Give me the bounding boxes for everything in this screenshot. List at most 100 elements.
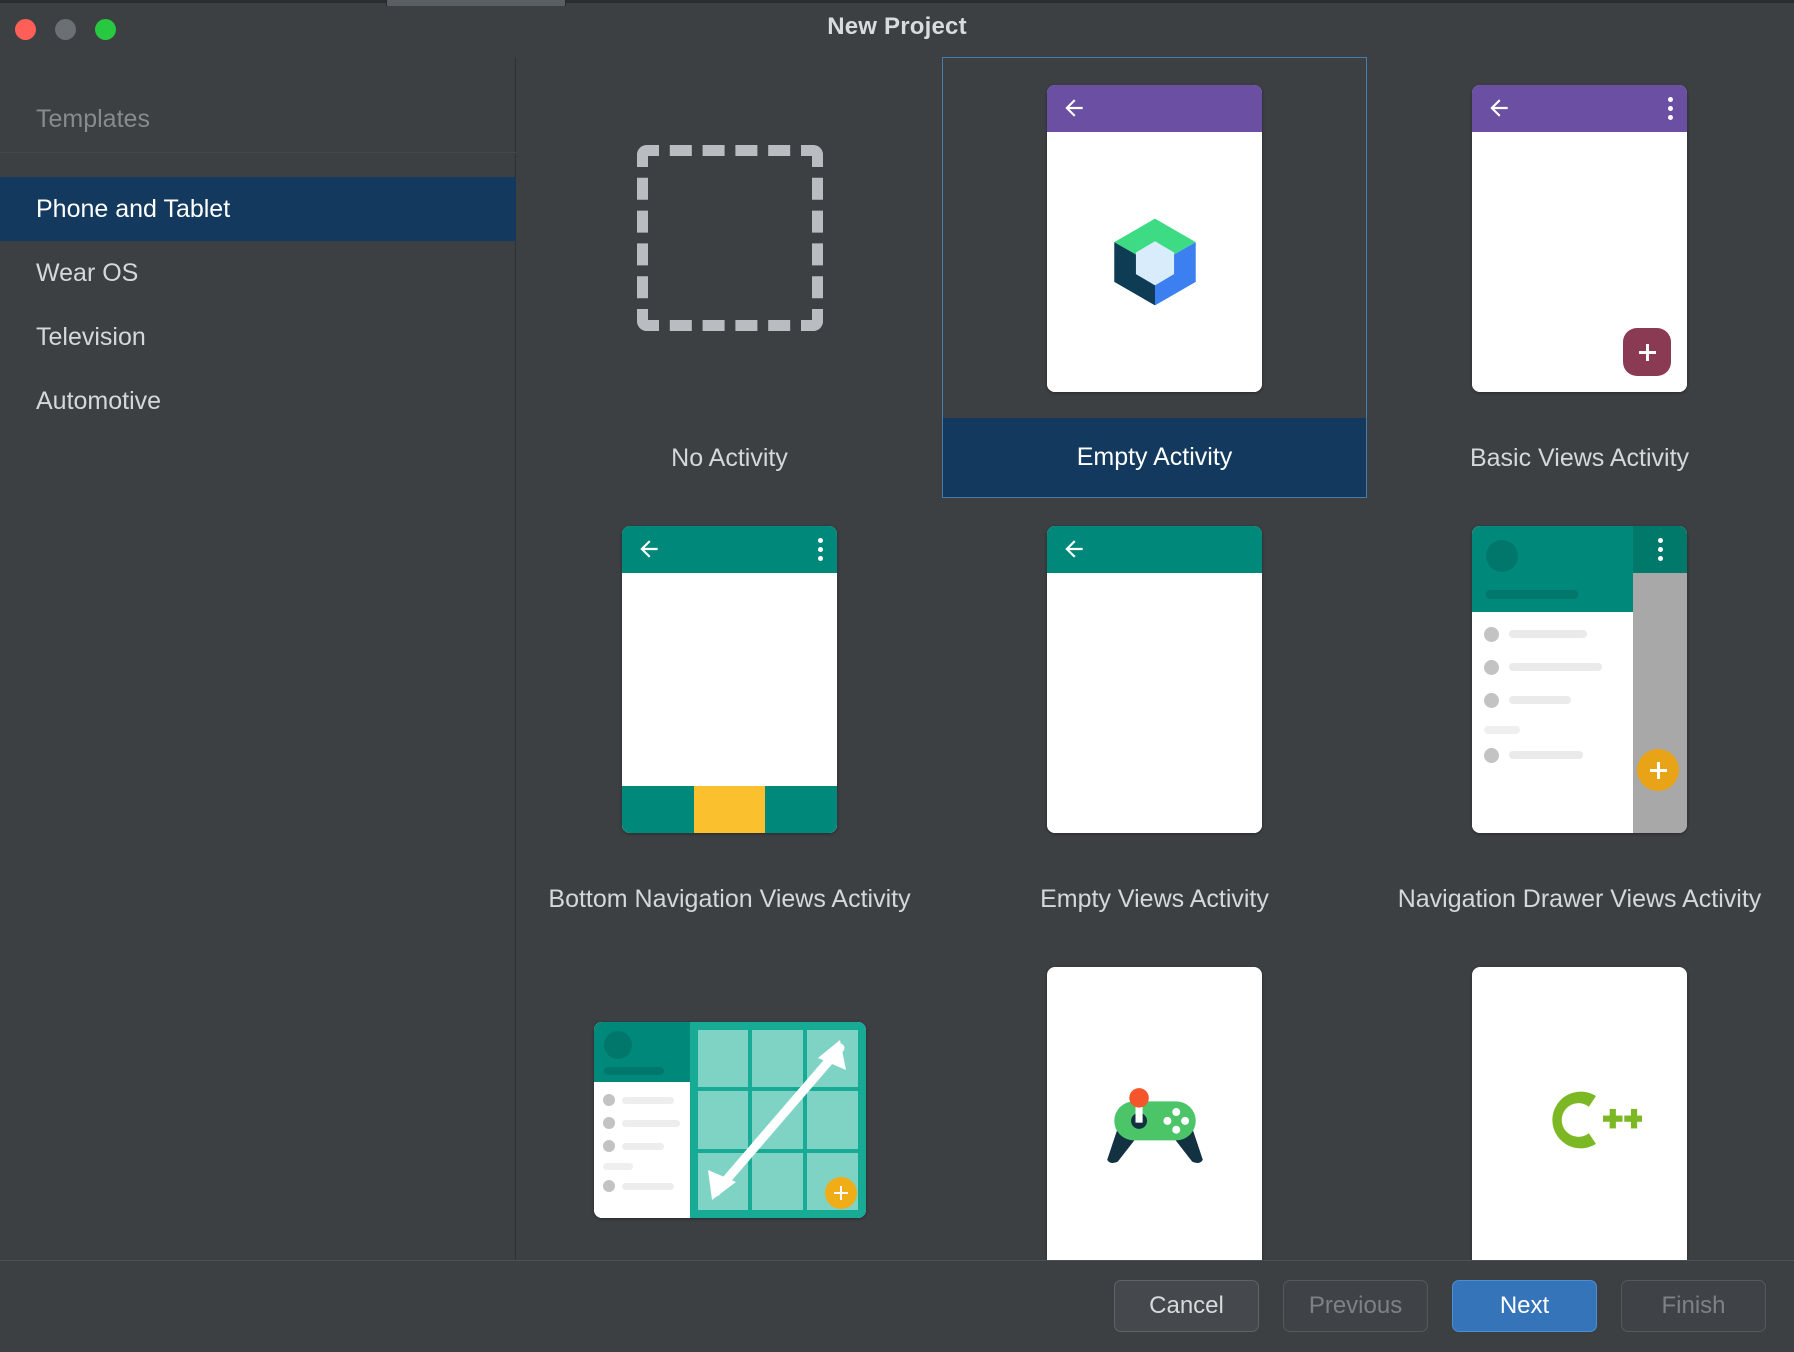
- bottom-nav-item-active: [694, 786, 766, 833]
- nav-drawer-phone-icon: [1472, 526, 1687, 833]
- empty-views-phone-icon: [1047, 526, 1262, 833]
- sidebar-item-label: Wear OS: [36, 259, 138, 288]
- tablet-content-grid: [690, 1022, 866, 1218]
- menu-item-icon: [603, 1180, 615, 1192]
- template-card-basic-views-activity[interactable]: Basic Views Activity: [1367, 57, 1792, 498]
- template-card-no-activity[interactable]: No Activity: [517, 57, 942, 498]
- cancel-button[interactable]: Cancel: [1114, 1280, 1259, 1332]
- template-card-native-cpp[interactable]: Native C++: [1367, 939, 1792, 1260]
- app-bar: [1047, 85, 1262, 132]
- phone-content: [1047, 132, 1262, 392]
- template-thumbnail: [517, 498, 942, 860]
- window-title: New Project: [0, 13, 1794, 41]
- phone-content: [1047, 573, 1262, 833]
- cpp-logo-icon: [1518, 1071, 1642, 1169]
- template-card-navigation-drawer-views-activity[interactable]: Navigation Drawer Views Activity: [1367, 498, 1792, 939]
- menu-item-label-placeholder: [1509, 630, 1587, 638]
- tablet-menu-item: [603, 1117, 690, 1129]
- floating-action-button-icon: [1623, 328, 1671, 376]
- menu-item-label-placeholder: [622, 1143, 664, 1150]
- dashed-box-icon: [637, 145, 823, 331]
- overflow-menu-icon: [1658, 538, 1663, 561]
- menu-item-icon: [603, 1140, 615, 1152]
- back-arrow-icon: [1486, 95, 1512, 121]
- sidebar-item-wear-os[interactable]: Wear OS: [0, 241, 516, 305]
- previous-button[interactable]: Previous: [1283, 1280, 1428, 1332]
- template-thumbnail: [942, 498, 1367, 860]
- bottom-nav-item: [765, 786, 837, 833]
- tablet-drawer-header: [594, 1022, 690, 1082]
- template-gallery[interactable]: No Activity: [517, 57, 1794, 1260]
- game-controller-icon: [1093, 1071, 1217, 1169]
- menu-item-label-placeholder: [1509, 663, 1602, 671]
- drawer-appbar-right: [1633, 526, 1687, 573]
- dialog-footer: Cancel Previous Next Finish: [0, 1260, 1794, 1352]
- template-label: Empty Views Activity: [942, 860, 1367, 939]
- template-label: Empty Activity: [943, 418, 1366, 497]
- next-button[interactable]: Next: [1452, 1280, 1597, 1332]
- sidebar-item-phone-and-tablet[interactable]: Phone and Tablet: [0, 177, 516, 241]
- navigation-drawer-panel: [1472, 526, 1633, 833]
- menu-item-label-placeholder: [1509, 751, 1583, 759]
- menu-item-icon: [603, 1117, 615, 1129]
- app-bar: [1472, 85, 1687, 132]
- template-label: Bottom Navigation Views Activity: [517, 860, 942, 939]
- sidebar-item-television[interactable]: Television: [0, 305, 516, 369]
- template-label: No Activity: [517, 419, 942, 498]
- bottom-nav-item: [622, 786, 694, 833]
- jetpack-compose-logo-icon: [1103, 210, 1207, 314]
- game-controller-card: [1047, 967, 1262, 1261]
- template-thumbnail: [1367, 498, 1792, 860]
- drawer-name-placeholder: [1486, 590, 1578, 599]
- avatar: [604, 1031, 632, 1059]
- menu-item-label-placeholder: [622, 1120, 680, 1127]
- template-thumbnail: [1367, 57, 1792, 419]
- app-bar: [1047, 526, 1262, 573]
- template-card-bottom-navigation-views-activity[interactable]: Bottom Navigation Views Activity: [517, 498, 942, 939]
- bottom-nav-phone-icon: [622, 526, 837, 833]
- tablet-menu-item: [603, 1094, 690, 1106]
- back-arrow-icon: [1061, 536, 1087, 562]
- tablet-menu-list: [594, 1082, 690, 1192]
- drawer-menu-list: [1472, 612, 1633, 763]
- bottom-navigation-bar-icon: [622, 786, 837, 833]
- sidebar-item-label: Television: [36, 323, 146, 352]
- title-bar: New Project: [0, 0, 1794, 57]
- grid-cell: [698, 1091, 749, 1148]
- sidebar-item-automotive[interactable]: Automotive: [0, 369, 516, 433]
- grid-cell: [698, 1153, 749, 1210]
- grid-cell: [752, 1153, 803, 1210]
- drawer-menu-item: [1484, 748, 1633, 763]
- grid-cell: [807, 1030, 858, 1087]
- tablet-drawer-panel: [594, 1022, 690, 1218]
- overflow-menu-icon: [1668, 97, 1673, 120]
- template-card-empty-views-activity[interactable]: Empty Views Activity: [942, 498, 1367, 939]
- plus-icon: [1648, 760, 1668, 780]
- phone-content: [622, 573, 837, 833]
- template-card-responsive-views-activity[interactable]: Responsive Views Activity: [517, 939, 942, 1260]
- menu-item-icon: [1484, 693, 1499, 708]
- menu-item-label-placeholder: [622, 1097, 674, 1104]
- app-bar: [622, 526, 837, 573]
- drawer-header: [1472, 526, 1633, 612]
- grid-cell: [698, 1030, 749, 1087]
- menu-item-icon: [1484, 627, 1499, 642]
- finish-button[interactable]: Finish: [1621, 1280, 1766, 1332]
- responsive-tablet-icon: [594, 1022, 866, 1218]
- grid-cell: [807, 1091, 858, 1148]
- avatar: [1486, 540, 1518, 572]
- sidebar-item-label: Automotive: [36, 387, 161, 416]
- titlebar-tab-stub: [386, 0, 566, 6]
- template-card-game-activity[interactable]: Game Activity (C++): [942, 939, 1367, 1260]
- footer-button-group: Cancel Previous Next Finish: [1114, 1280, 1766, 1332]
- templates-sidebar: Templates Phone and Tablet Wear OS Telev…: [0, 57, 516, 1260]
- back-arrow-icon: [636, 536, 662, 562]
- compose-phone-icon: [1047, 85, 1262, 392]
- menu-item-icon: [1484, 660, 1499, 675]
- sidebar-category-list: Phone and Tablet Wear OS Television Auto…: [0, 177, 516, 433]
- template-grid: No Activity: [517, 57, 1794, 1260]
- titlebar-top-edge: [0, 0, 1794, 3]
- template-card-empty-activity[interactable]: Empty Activity: [942, 57, 1367, 498]
- phone-content: [1472, 132, 1687, 392]
- tablet-menu-item: [603, 1180, 690, 1192]
